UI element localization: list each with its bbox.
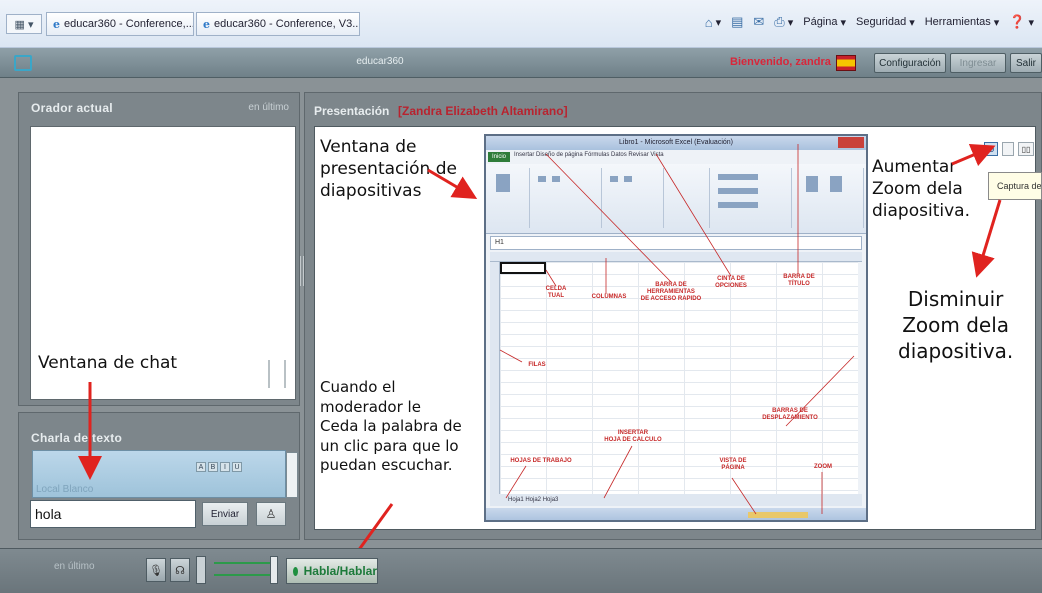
- mic-level-slider[interactable]: [214, 574, 272, 578]
- tools-menu[interactable]: Herramientas ▾: [925, 16, 1000, 29]
- annotation-zoom-in: Aumentar Zoom dela diapositiva.: [872, 157, 970, 222]
- print-icon: ⎙: [774, 14, 785, 29]
- chat-title: Charla de texto: [31, 431, 123, 445]
- browser-tab-1[interactable]: e educar360 - Conference,... ×: [46, 12, 194, 36]
- chat-recipient: Local Blanco: [36, 484, 94, 495]
- italic-button[interactable]: I: [220, 462, 230, 472]
- microphone-button[interactable]: ♙: [256, 502, 286, 526]
- annotation-moderator: Cuando el moderador le Ceda la palabra d…: [320, 378, 462, 474]
- settings-button[interactable]: Configuración: [874, 53, 946, 73]
- volume-stepper[interactable]: [196, 556, 206, 584]
- volume-slider[interactable]: [214, 562, 272, 566]
- magnifier-plus-icon: ⊕: [987, 143, 995, 154]
- slide-pointer-lines: [499, 144, 855, 515]
- browser-tab-2[interactable]: e educar360 - Conference, V3...: [196, 12, 360, 36]
- raise-hand-button[interactable]: Habla/Hablar: [286, 558, 378, 584]
- mail-button[interactable]: ✉: [753, 14, 764, 30]
- current-speaker-title: Orador actual: [31, 101, 113, 115]
- command-bar: ⌂ ▾ ▤ ✉ ⎙ ▾ Página ▾ Seguridad ▾ Herramienta…: [705, 14, 1034, 30]
- status-text: en último: [54, 561, 95, 572]
- send-button[interactable]: Enviar: [202, 502, 248, 526]
- current-speaker-status: en último: [248, 102, 289, 113]
- feeds-button[interactable]: ▤: [731, 14, 743, 30]
- font-button[interactable]: A: [196, 462, 206, 472]
- help-button[interactable]: ❓ ▾: [1009, 14, 1034, 30]
- annotation-zoom-out: Disminuir Zoom dela diapositiva.: [898, 287, 1014, 363]
- chat-input[interactable]: hola: [30, 500, 196, 528]
- fit-button[interactable]: ▯▯: [1018, 142, 1034, 156]
- tab-list-button[interactable]: ▦ ▾: [6, 14, 42, 34]
- welcome-text: Bienvenido, zandra: [730, 56, 831, 68]
- login-button[interactable]: Ingresar: [950, 53, 1006, 73]
- spain-flag-icon[interactable]: [836, 55, 856, 71]
- tab-label: educar360 - Conference, V3...: [214, 18, 360, 30]
- annotation-slide-window: Ventana de presentación de diapositivas: [320, 137, 457, 202]
- mic-icon: ♙: [265, 507, 277, 521]
- headset-icon: ☊: [175, 564, 185, 577]
- grid-icon: ▯▯: [1021, 144, 1031, 154]
- browser-tab-bar: ▦ ▾ e educar360 - Conference,... × e edu…: [0, 0, 1042, 48]
- exit-button[interactable]: Salir: [1010, 53, 1042, 73]
- slide-image: Libro1 - Microsoft Excel (Evaluación) In…: [484, 134, 868, 522]
- zoom-out-button[interactable]: [1002, 142, 1014, 156]
- presentation-title: Presentación: [314, 104, 390, 118]
- tooltip: Captura de: [988, 172, 1042, 200]
- speaker-toggle[interactable]: ☊: [170, 558, 190, 582]
- page-menu[interactable]: Página ▾: [803, 16, 846, 29]
- app-header: educar360 Bienvenido, zandra Configuraci…: [0, 48, 1042, 78]
- home-icon: ⌂: [704, 14, 713, 30]
- mail-icon: ✉: [753, 14, 765, 29]
- bold-button[interactable]: B: [208, 462, 218, 472]
- print-button[interactable]: ⎙ ▾: [774, 14, 793, 30]
- slider-thumb[interactable]: [270, 556, 278, 584]
- ie-icon: e: [203, 17, 210, 31]
- feeds-icon: ▤: [731, 14, 744, 29]
- raise-hand-label: Habla/Hablar: [303, 564, 377, 578]
- annotation-chat-window: Ventana de chat: [38, 353, 178, 373]
- green-dot-icon: [293, 566, 298, 576]
- zoom-in-button[interactable]: ⊕: [984, 142, 998, 156]
- home-button[interactable]: ⌂ ▾: [705, 15, 721, 30]
- presenter-name: [Zandra Elizabeth Altamirano]: [398, 104, 568, 118]
- microphone-icon: 🎙: [149, 564, 163, 577]
- resize-grip[interactable]: [268, 360, 286, 388]
- underline-button[interactable]: U: [232, 462, 242, 472]
- microphone-toggle[interactable]: 🎙: [146, 558, 166, 582]
- tab-label: educar360 - Conference,...: [64, 18, 194, 30]
- security-menu[interactable]: Seguridad ▾: [856, 16, 915, 29]
- app-title: educar360: [356, 56, 404, 67]
- app-logo-icon: [14, 55, 32, 71]
- help-icon: ❓: [1009, 14, 1026, 29]
- chat-scrollbar[interactable]: [286, 452, 298, 498]
- chat-format-toolbar: A B I U: [196, 462, 242, 472]
- ie-icon: e: [53, 17, 60, 31]
